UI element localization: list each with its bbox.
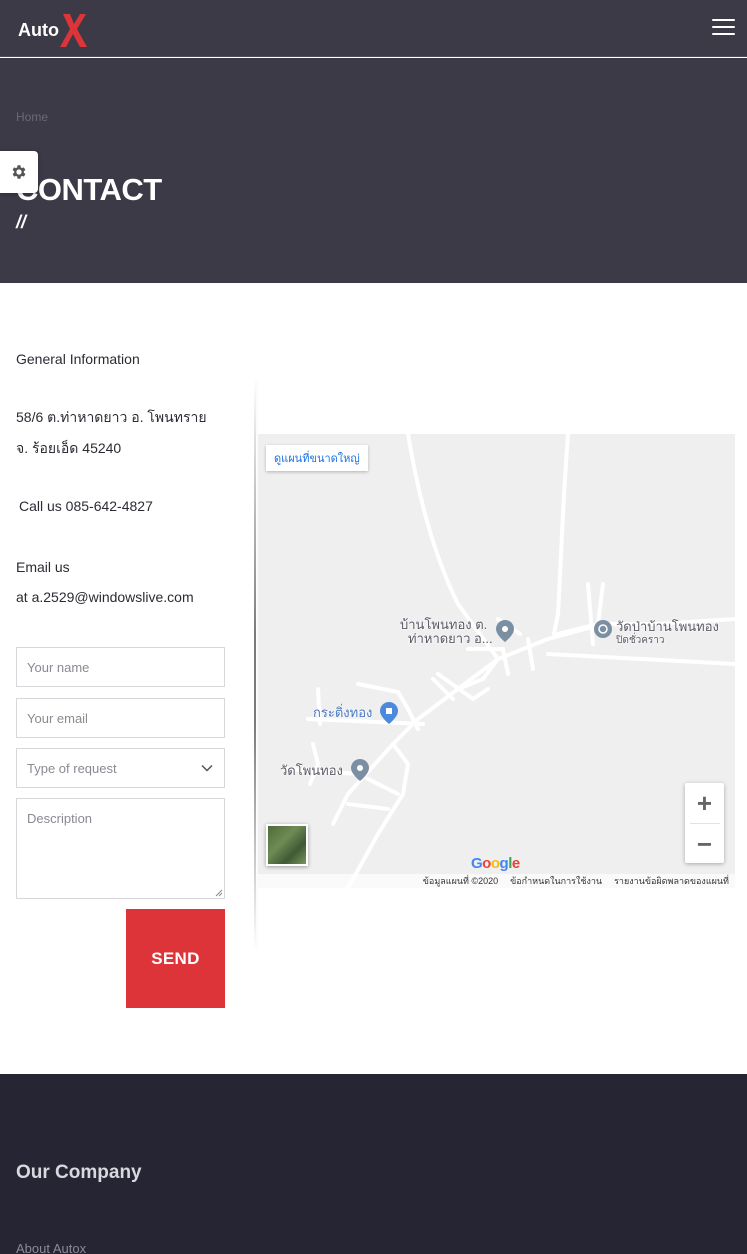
map-label-village: บ้านโพนทอง ต. [400,617,488,632]
address-line-2: จ. ร้อยเอ็ด 45240 [16,440,122,456]
footer-heading: Our Company [16,1162,142,1183]
page-hero: Home CONTACT // [0,58,747,283]
general-info-heading: General Information [16,351,140,367]
temple-pin-icon[interactable] [594,620,612,642]
name-input[interactable]: Your name [16,647,225,687]
title-decoration: // [16,212,27,232]
logo-x-mark [59,14,87,47]
map-embed[interactable]: ดูแผนที่ขนาดใหญ่ บ้านโพนทอง ต. ท่าหาดยาว… [258,434,735,888]
email-input[interactable]: Your email [16,698,225,738]
phone-text: Call us 085-642-4827 [19,498,153,514]
google-logo: Google [471,855,520,872]
send-button[interactable]: SEND [126,909,225,1008]
logo-text: Auto [18,20,59,40]
address-line-1: 58/6 ต.ท่าหาดยาว อ. โพนทราย [16,409,207,425]
zoom-out-button[interactable]: − [685,824,724,864]
top-navbar: Auto [0,0,747,57]
breadcrumb-home[interactable]: Home [16,110,48,124]
shop-pin-icon[interactable] [380,702,398,724]
email-label: Email us [16,559,70,575]
chevron-down-icon [201,764,213,772]
request-type-value: Type of request [27,760,117,776]
hamburger-icon [712,19,735,21]
view-larger-map-button[interactable]: ดูแผนที่ขนาดใหญ่ [266,445,368,471]
map-data-credit: ข้อมูลแผนที่ ©2020 [422,876,499,886]
map-pin-icon[interactable] [496,620,514,642]
map-terms-link[interactable]: ข้อกำหนดในการใช้งาน [510,874,602,888]
map-label-temple-east: วัดป่าบ้านโพนทอง [616,619,719,634]
name-placeholder: Your name [27,660,90,675]
description-placeholder: Description [27,811,93,826]
description-textarea[interactable]: Description [16,798,225,899]
logo[interactable]: Auto [18,10,88,48]
map-label-temple-closed: ปิดชั่วคราว [616,635,665,646]
map-label-temple-west: วัดโพนทอง [280,763,343,778]
map-label-village-sub: ท่าหาดยาว อ... [408,631,493,646]
satellite-toggle-button[interactable] [266,824,308,866]
resize-handle-icon[interactable] [215,889,223,897]
zoom-in-button[interactable]: + [685,783,724,823]
map-report-link[interactable]: รายงานข้อผิดพลาดของแผนที่ [614,874,729,888]
gear-icon [12,165,26,179]
map-label-shop: กระติ่งทอง [313,705,373,720]
temple-west-pin-icon[interactable] [351,759,369,781]
hamburger-menu-button[interactable] [712,19,735,37]
settings-toggle-button[interactable] [0,151,38,193]
email-address: at a.2529@windowslive.com [16,589,194,605]
site-footer: Our Company About Autox [0,1074,747,1254]
map-attribution-bar: ข้อมูลแผนที่ ©2020 ข้อกำหนดในการใช้งาน ร… [258,874,735,888]
footer-link-about[interactable]: About Autox [16,1241,86,1254]
map-zoom-controls: + − [685,783,724,863]
email-placeholder: Your email [27,711,88,726]
request-type-select[interactable]: Type of request [16,748,225,788]
map-roads [286,434,735,888]
